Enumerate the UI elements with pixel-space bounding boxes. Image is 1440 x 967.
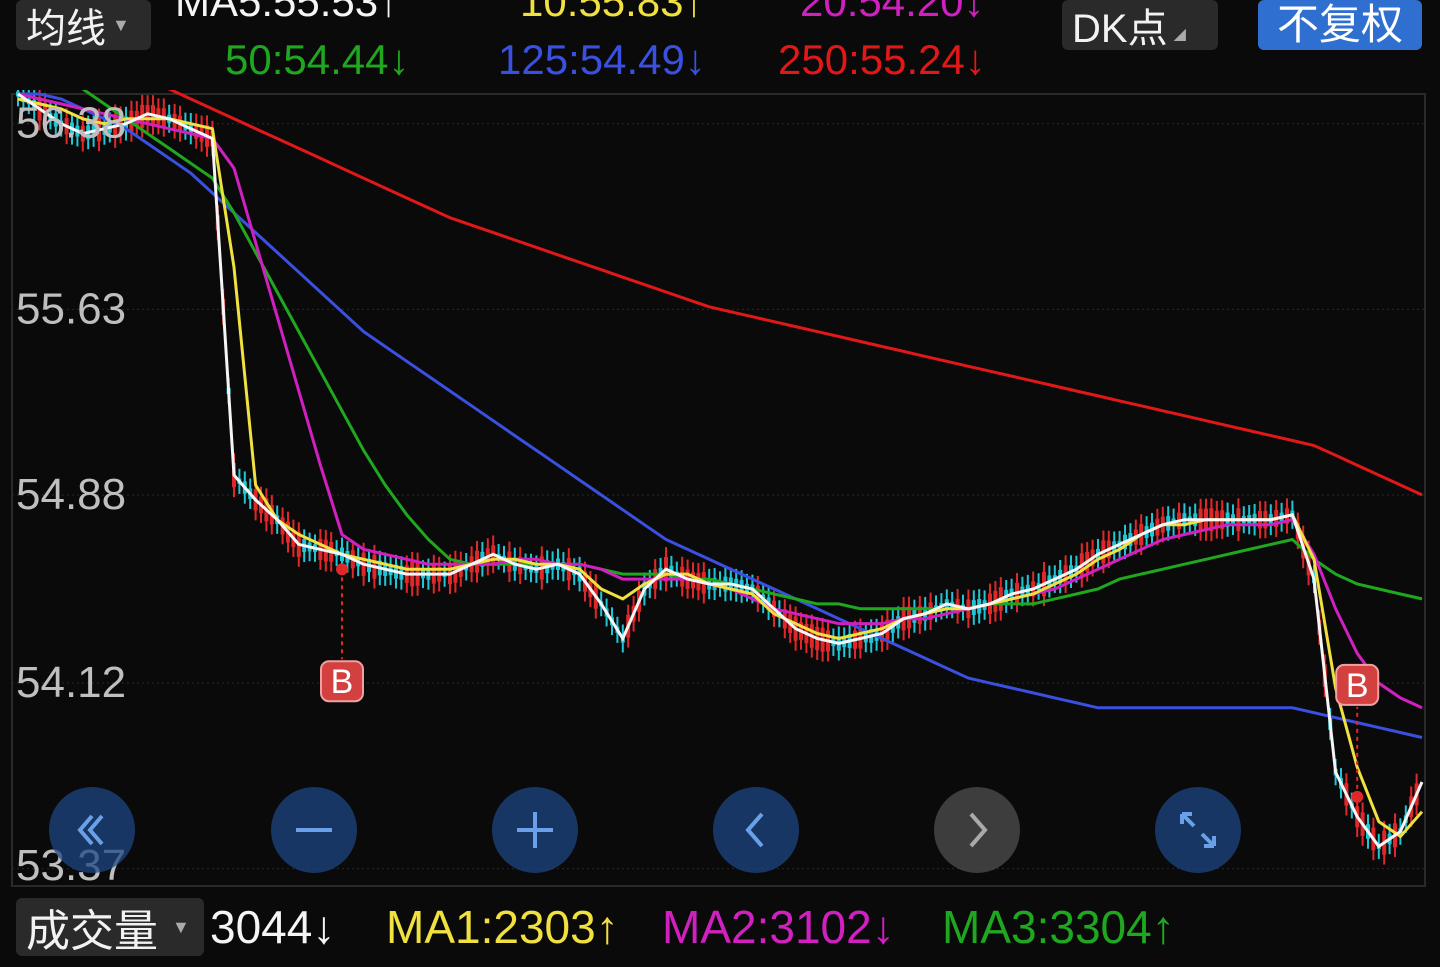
y-tick-label: 56.38 [16, 99, 126, 148]
buy-marker: B [320, 563, 364, 703]
right-icon [969, 812, 988, 848]
volume-current: 3044↓ [210, 901, 336, 953]
buy-marker-label: B [331, 663, 354, 701]
plus-icon [517, 812, 553, 848]
chevron-down-icon: ▼ [112, 14, 130, 35]
buy-marker-label: B [1346, 667, 1369, 705]
expand-icon [1180, 812, 1216, 848]
price-chart[interactable]: BB 56.3855.6354.8854.1253.37 [0, 90, 1440, 890]
chevron-down-icon: ▼ [172, 916, 190, 937]
ma-line-ma125 [18, 92, 1423, 739]
y-tick-label: 54.12 [16, 658, 126, 707]
buy-markers: BB [320, 563, 1380, 803]
ma10-value: 10:55.83↑ [520, 0, 705, 25]
scroll-right-button[interactable] [934, 787, 1020, 873]
indicator-selector[interactable]: 均线 ▼ [16, 0, 151, 51]
ma-line-ma250 [167, 90, 1423, 497]
left-icon [745, 812, 764, 848]
zoom-in-button[interactable] [492, 787, 578, 873]
ma250-value: 250:55.24↓ [778, 36, 986, 83]
y-axis-labels: 56.3855.6354.8854.1253.37 [16, 99, 126, 890]
double-left-icon [77, 814, 104, 846]
y-tick-label: 55.63 [16, 284, 126, 333]
volume-ma1: MA1:2303↑ [386, 901, 619, 953]
volume-ma3: MA3:3304↑ [942, 901, 1175, 953]
ma50-value: 50:54.44↓ [225, 36, 410, 83]
indicator-header: 均线 ▼ MA5:55.53↑ 10:55.83↑ 20:54.20↓ 50:5… [0, 0, 1440, 90]
volume-selector[interactable]: 成交量 ▼ [16, 898, 204, 956]
dk-label: DK点 [1072, 7, 1168, 51]
fullscreen-button[interactable] [1155, 787, 1241, 873]
zoom-out-button[interactable] [271, 787, 357, 873]
volume-label: 成交量 [26, 907, 158, 956]
dk-point-button[interactable]: DK点 ◢ [1062, 0, 1218, 51]
ma-lines [17, 90, 1424, 849]
corner-triangle-icon: ◢ [1173, 26, 1186, 43]
scroll-far-left-button[interactable] [49, 787, 135, 873]
scroll-left-button[interactable] [713, 787, 799, 873]
chart-frame [11, 93, 1426, 887]
ma5-value: MA5:55.53↑ [175, 0, 400, 25]
minus-icon [296, 828, 332, 832]
indicator-label: 均线 [26, 7, 106, 51]
y-tick-label: 54.88 [16, 470, 126, 519]
volume-ma2: MA2:3102↓ [662, 901, 895, 953]
adjust-button[interactable]: 不复权 [1258, 0, 1422, 50]
ma125-value: 125:54.49↓ [498, 36, 706, 83]
ma20-value: 20:54.20↓ [800, 0, 985, 25]
chart-grid [11, 93, 1426, 887]
